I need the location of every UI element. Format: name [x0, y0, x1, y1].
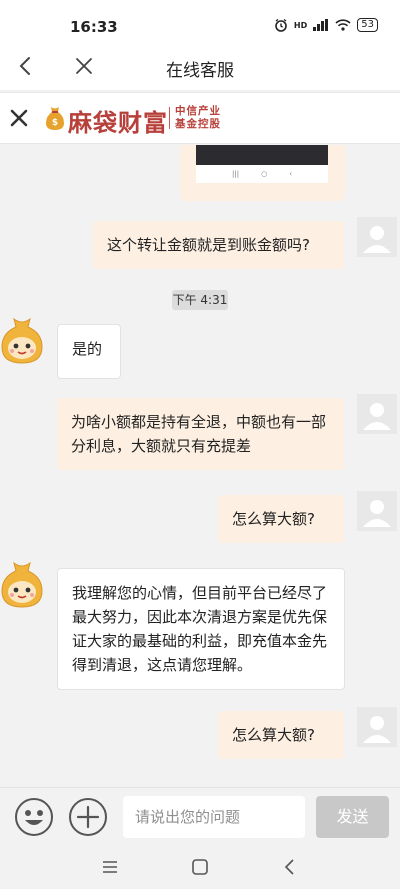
brand-tagline-line1: 中信产业 [175, 105, 221, 117]
battery-indicator: 53 [357, 18, 378, 32]
message-text: 为啥小额都是持有全退，中额也有一部分利息，大额就只有充提差 [71, 413, 327, 455]
brand-divider [169, 107, 170, 129]
money-bag-logo-icon: $ [46, 107, 64, 130]
home-icon[interactable] [188, 855, 212, 879]
message-text: 是的 [72, 340, 103, 358]
user-message-bubble[interactable]: 这个转让金额就是到账金额吗? [93, 221, 344, 269]
chat-area[interactable]: ||| ○ ‹ 这个转让金额就是到账金额吗? 下午 4:31 是的 为啥小额都是… [0, 145, 400, 787]
service-message-bubble[interactable]: 我理解您的心情，但目前平台已经尽了最大努力，因此本次清退方案是优先保证大家的最基… [57, 568, 345, 690]
input-bar: 发送 [0, 787, 400, 845]
user-avatar-icon[interactable] [357, 491, 397, 531]
service-bot-avatar-icon[interactable] [0, 561, 44, 609]
page-title: 在线客服 [166, 61, 234, 81]
message-text: 怎么算大额? [232, 726, 315, 744]
signal-icon [313, 19, 329, 31]
service-bot-avatar-icon[interactable] [0, 317, 44, 365]
system-nav-bar [0, 845, 400, 889]
menu-icon: ||| [232, 170, 240, 178]
status-icons: HD 53 [274, 18, 378, 32]
user-message-bubble[interactable]: 怎么算大额? [218, 495, 344, 543]
svg-text:$: $ [52, 118, 58, 128]
home-icon: ○ [261, 170, 268, 178]
message-text: 我理解您的心情，但目前平台已经尽了最大努力，因此本次清退方案是优先保证大家的最基… [72, 584, 328, 674]
add-attachment-icon[interactable] [68, 797, 108, 837]
wifi-icon [335, 19, 351, 31]
network-type-label: HD [293, 20, 308, 30]
send-button[interactable]: 发送 [316, 796, 389, 838]
alarm-icon [275, 18, 287, 32]
timestamp-chip: 下午 4:31 [172, 290, 228, 310]
user-avatar-icon[interactable] [357, 707, 397, 747]
brand-tagline: 中信产业 基金控股 [175, 105, 221, 131]
user-message-bubble[interactable]: 怎么算大额? [218, 711, 344, 759]
emoji-icon[interactable] [14, 797, 54, 837]
screenshot-nav-bar: ||| ○ ‹ [196, 165, 328, 183]
brand-bar: $ 麻袋财富 中信产业 基金控股 [0, 92, 400, 144]
back-icon[interactable] [278, 855, 302, 879]
user-avatar-icon[interactable] [357, 394, 397, 434]
status-time: 16:33 [70, 18, 118, 36]
message-text: 怎么算大额? [232, 510, 315, 528]
back-icon: ‹ [289, 170, 292, 178]
close-chat-icon[interactable] [6, 105, 32, 131]
service-message-bubble[interactable]: 是的 [57, 324, 121, 379]
user-avatar-icon[interactable] [357, 217, 397, 257]
menu-icon[interactable] [98, 855, 122, 879]
user-message-bubble[interactable]: 为啥小额都是持有全退，中额也有一部分利息，大额就只有充提差 [57, 398, 344, 470]
message-text: 这个转让金额就是到账金额吗? [107, 236, 310, 254]
message-input[interactable] [123, 796, 305, 838]
status-bar: 16:33 HD 53 [0, 0, 400, 44]
brand-name: 麻袋财富 [68, 109, 168, 137]
image-message-bubble[interactable]: ||| ○ ‹ [180, 145, 345, 201]
brand-tagline-line2: 基金控股 [175, 118, 221, 130]
title-bar: 在线客服 [0, 44, 400, 90]
